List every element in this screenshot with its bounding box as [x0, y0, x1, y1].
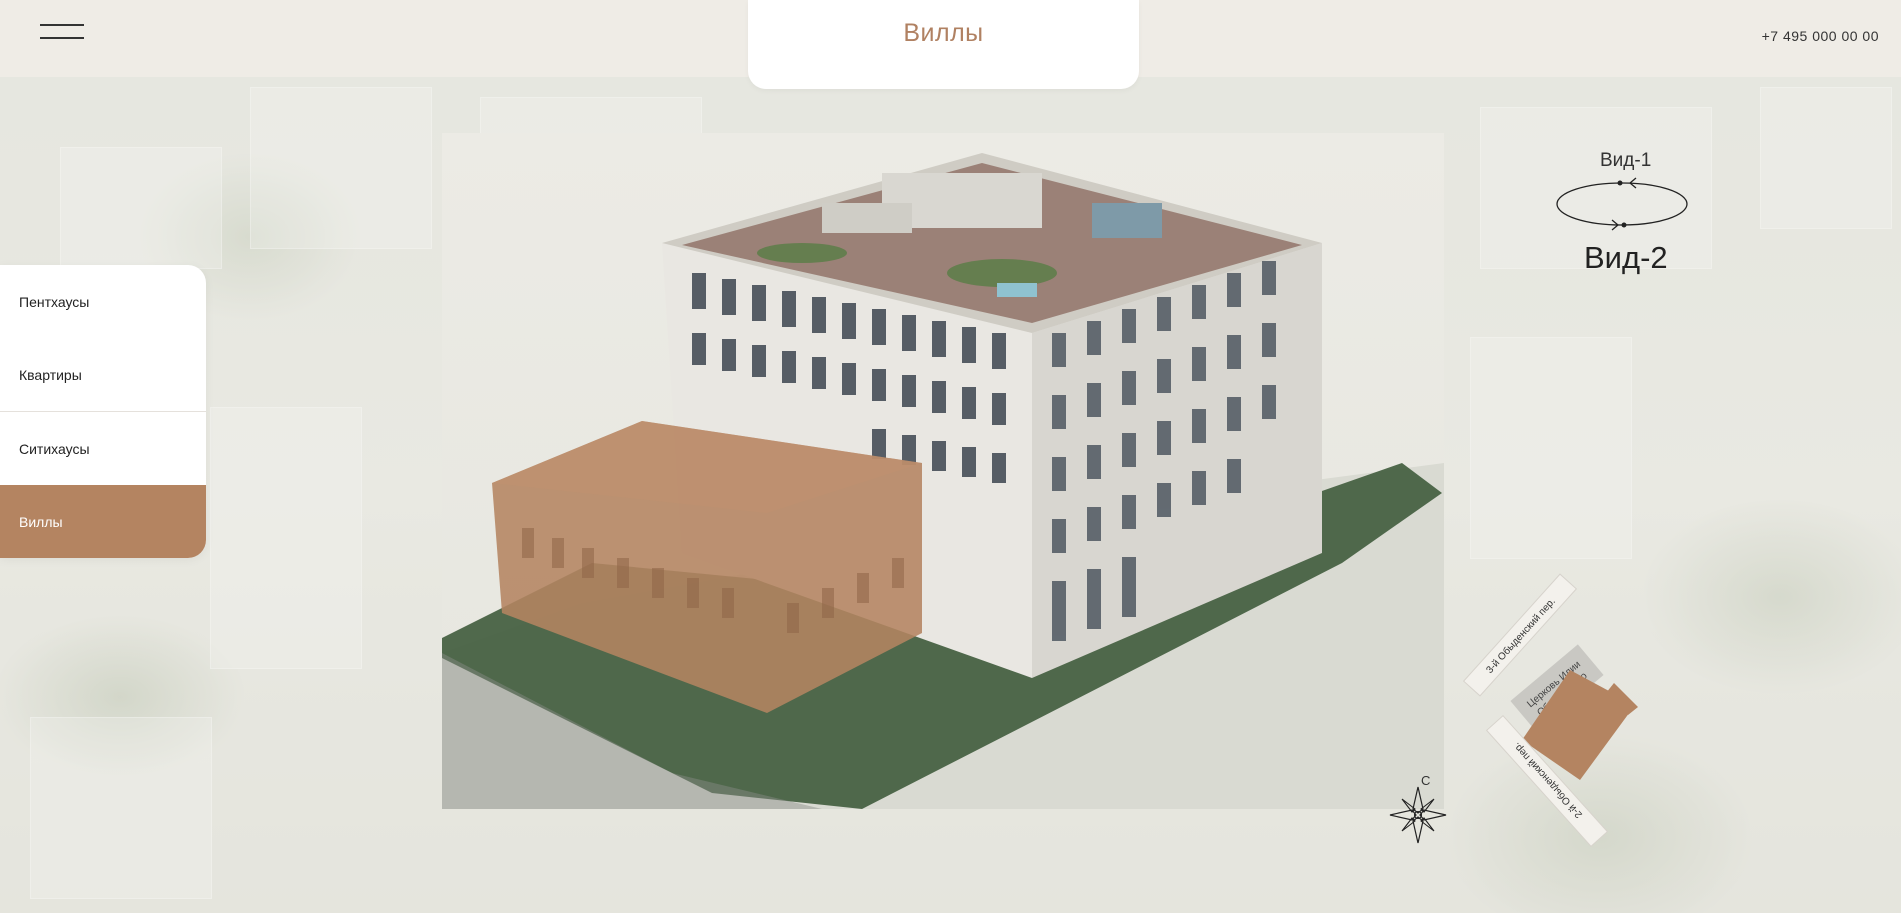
page-title-tab: Виллы: [748, 0, 1139, 89]
menu-item-villas[interactable]: Виллы: [0, 485, 206, 558]
compass-north-label: С: [1421, 773, 1431, 788]
menu-item-cityhouses[interactable]: Ситихаусы: [0, 412, 206, 485]
building-render: [442, 133, 1444, 809]
menu-burger-icon[interactable]: [40, 22, 84, 40]
menu-item-apartments[interactable]: Квартиры: [0, 338, 206, 411]
compass-icon: [1389, 786, 1447, 844]
location-map: 3-й Обыденский пер. Церковь Илии Обыденс…: [1380, 565, 1680, 855]
category-menu: Пентхаусы Квартиры Ситихаусы Виллы: [0, 265, 206, 558]
view-switcher: Вид-1 Вид-2: [1550, 148, 1700, 288]
menu-item-penthouses[interactable]: Пентхаусы: [0, 265, 206, 338]
page-title: Виллы: [903, 19, 984, 47]
phone-number[interactable]: +7 495 000 00 00: [1762, 28, 1879, 44]
view-1-button[interactable]: Вид-1: [1600, 150, 1651, 172]
street-top-label: 3-й Обыденский пер.: [1484, 595, 1558, 675]
view-2-label: Вид-2: [1584, 240, 1668, 275]
